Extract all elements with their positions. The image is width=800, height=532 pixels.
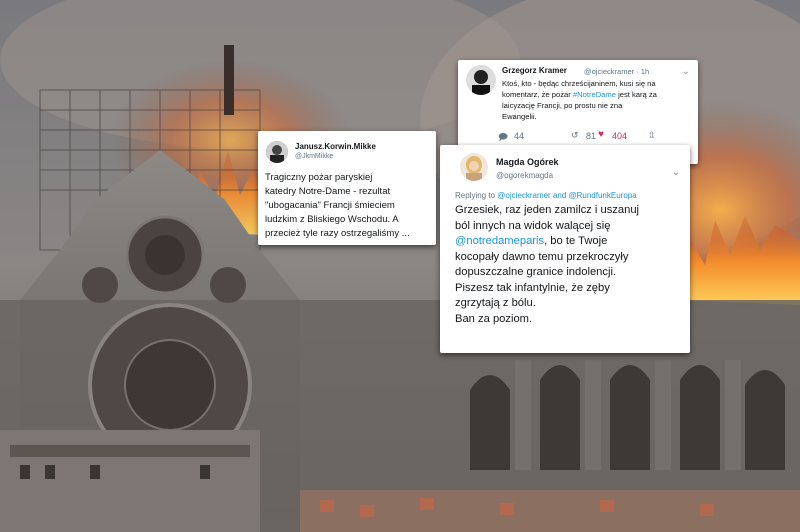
tweet-text: Tragiczny pożar paryskiej katedry Notre-…: [265, 172, 410, 239]
author-name[interactable]: Janusz.Korwin.Mikke: [295, 142, 376, 151]
chevron-down-icon[interactable]: ⌄: [672, 167, 680, 178]
retweet-count: 81: [586, 131, 597, 141]
chevron-down-icon[interactable]: ⌄: [682, 66, 690, 77]
avatar[interactable]: [460, 153, 488, 181]
tweet-card-korwin: Janusz.Korwin.Mikke @JkmMikke Tragiczny …: [258, 131, 436, 245]
avatar[interactable]: [466, 65, 496, 95]
retweet-icon[interactable]: ↺: [571, 130, 579, 141]
hashtag-link[interactable]: #NotreDame: [573, 90, 616, 99]
author-handle[interactable]: @ojcieckramer · 1h: [584, 67, 649, 76]
heart-icon[interactable]: ♥: [598, 129, 604, 140]
tweet-card-ogorek: Magda Ogórek @ogorekmagda ⌄ Replying to …: [440, 145, 690, 353]
author-handle[interactable]: @JkmMikke: [295, 153, 333, 160]
tweet-text: Grzesiek, raz jeden zamilcz i uszanuj bó…: [455, 204, 640, 325]
replying-to: Replying to @ojcieckramer and @RundfunkE…: [455, 191, 637, 200]
share-icon[interactable]: ⇫: [648, 130, 656, 141]
reply-icon[interactable]: 🗩: [498, 130, 508, 146]
author-handle[interactable]: @ogorekmagda: [496, 171, 553, 180]
avatar[interactable]: [266, 141, 288, 163]
author-name[interactable]: Grzegorz Kramer: [502, 66, 567, 75]
replying-to-link[interactable]: @ojcieckramer and @RundfunkEuropa: [497, 191, 636, 200]
like-count: 404: [612, 131, 628, 141]
tweet-text: Ktoś, kto - będąc chrześcijaninem, kusi …: [502, 79, 657, 121]
mention-link[interactable]: @notredameparis: [455, 235, 544, 247]
author-name[interactable]: Magda Ogórek: [496, 157, 559, 167]
reply-count: 44: [514, 131, 525, 141]
